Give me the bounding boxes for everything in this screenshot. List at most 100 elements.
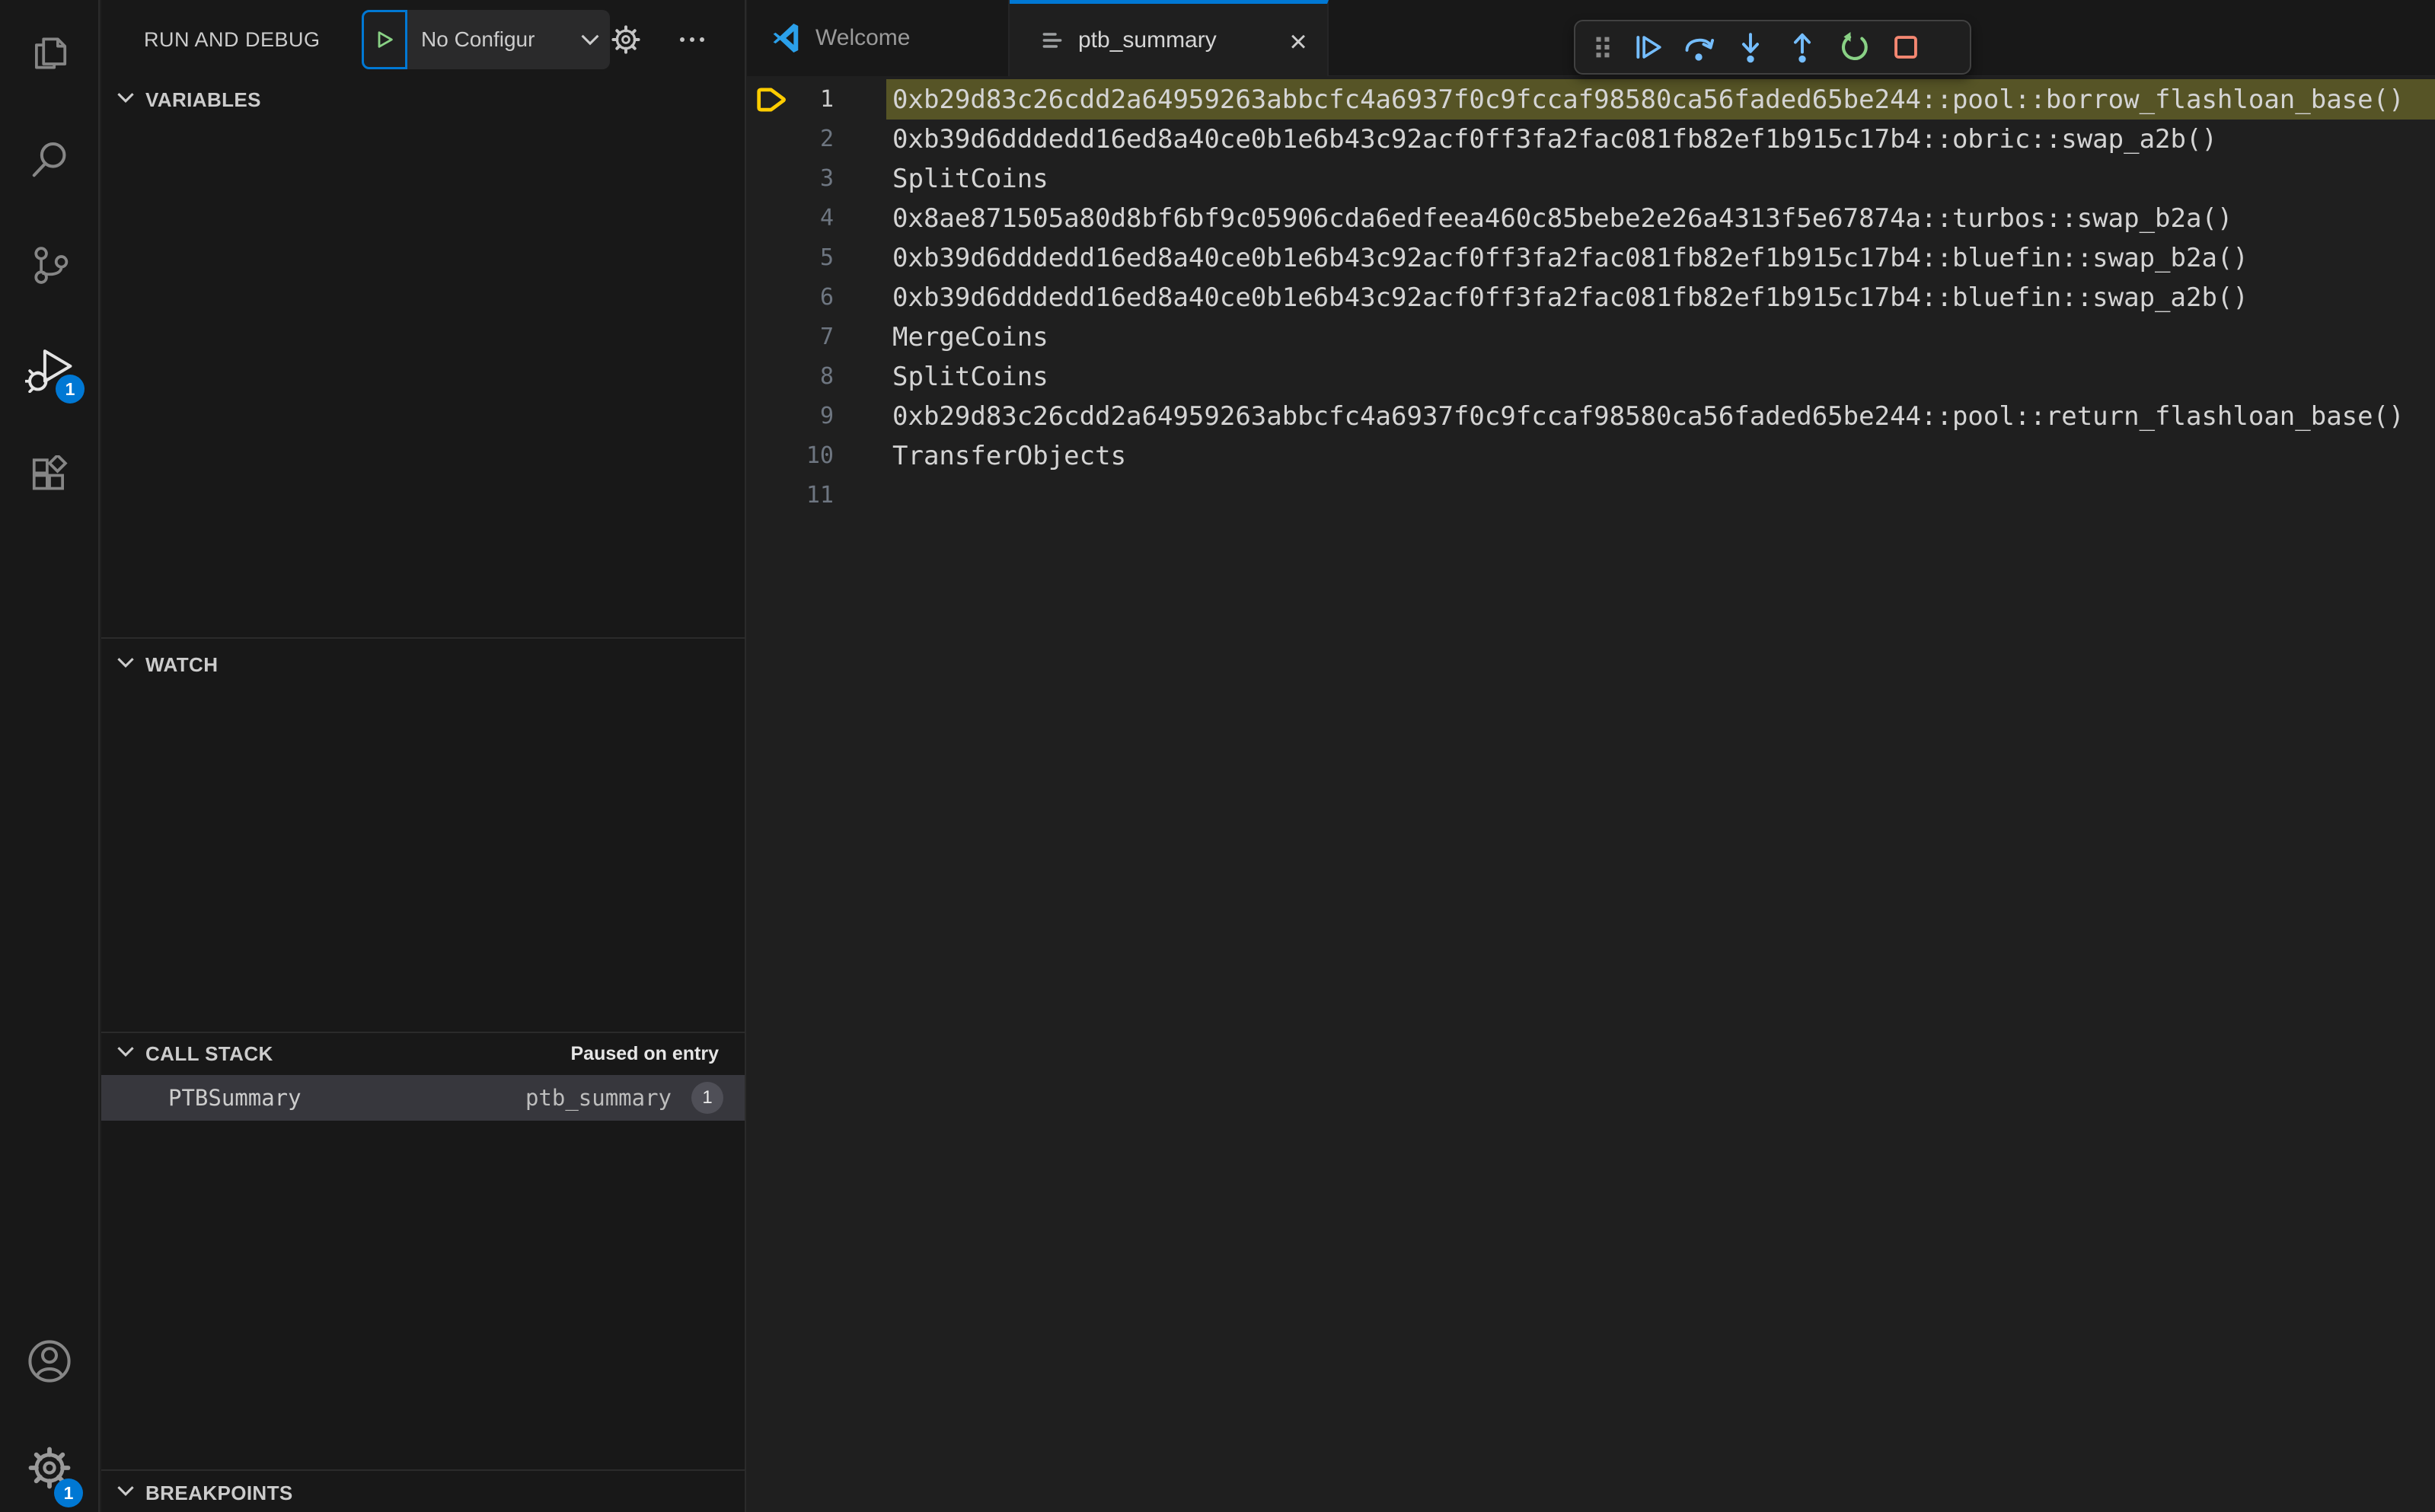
line-text: 0xb29d83c26cdd2a64959263abbcfc4a6937f0c9… (892, 401, 2405, 432)
code-line-9[interactable]: 9 0xb29d83c26cdd2a64959263abbcfc4a6937f0c… (747, 397, 2435, 436)
start-debugging-button[interactable] (362, 10, 407, 69)
stack-frame-badge: 1 (691, 1082, 723, 1114)
code-line-8[interactable]: 8 SplitCoins (747, 357, 2435, 397)
stack-frame-name: PTBSummary (168, 1085, 302, 1111)
vscode-logo-icon (773, 24, 799, 53)
line-text: 0xb39d6dddedd16ed8a40ce0b1e6b43c92acf0ff… (892, 282, 2248, 313)
continue-button[interactable] (1621, 24, 1673, 70)
line-number[interactable]: 8 (747, 357, 834, 397)
variables-section-header[interactable]: VARIABLES (101, 79, 745, 120)
restart-icon (1841, 31, 1868, 60)
line-text: 0xb29d83c26cdd2a64959263abbcfc4a6937f0c9… (892, 85, 2405, 115)
line-number[interactable]: 6 (747, 278, 834, 317)
extensions-icon (32, 455, 68, 490)
line-number[interactable]: 7 (747, 317, 834, 357)
search-button[interactable] (0, 120, 98, 199)
debug-config-label: No Configur (421, 27, 535, 51)
code-line-11[interactable]: 11 (747, 476, 2435, 515)
code-line-2[interactable]: 2 0xb39d6dddedd16ed8a40ce0b1e6b43c92acf0f… (747, 120, 2435, 159)
more-actions-button[interactable] (671, 18, 713, 61)
chevron-down-icon (116, 91, 135, 107)
more-actions-icon (680, 37, 704, 42)
line-number[interactable]: 11 (747, 476, 834, 515)
explorer-button[interactable] (0, 14, 98, 93)
code-line-3[interactable]: 3 SplitCoins (747, 159, 2435, 199)
source-control-button[interactable] (0, 225, 98, 304)
run-and-debug-button[interactable]: 1 (0, 329, 98, 408)
line-text: 0xb39d6dddedd16ed8a40ce0b1e6b43c92acf0ff… (892, 243, 2248, 273)
section-divider (101, 1469, 745, 1471)
line-text: TransferObjects (892, 441, 1127, 471)
line-number[interactable]: 4 (747, 199, 834, 238)
stop-icon (1894, 36, 1917, 59)
line-number[interactable]: 3 (747, 159, 834, 199)
line-text: MergeCoins (892, 322, 1048, 352)
search-icon (32, 142, 65, 177)
account-button[interactable] (0, 1322, 98, 1401)
code-line-1[interactable]: 1 0xb29d83c26cdd2a64959263abbcfc4a6937f0c… (747, 80, 2435, 120)
editor-group: Welcome ptb_summary × 1 0xb29d83c26cdd2a… (747, 0, 2435, 1512)
line-text: 0x8ae871505a80d8bf6bf9c05906cda6edfeea46… (892, 203, 2233, 234)
breakpoints-section-label: BREAKPOINTS (145, 1482, 293, 1504)
chevron-down-icon (116, 1045, 135, 1061)
activity-bar: 1 1 (0, 0, 100, 1512)
files-icon (34, 37, 66, 69)
paused-status-text: Paused on entry (570, 1043, 720, 1064)
settings-badge: 1 (54, 1479, 83, 1507)
breakpoints-section-header[interactable]: BREAKPOINTS (101, 1472, 745, 1512)
step-out-button[interactable] (1776, 24, 1828, 70)
source-control-icon (34, 247, 68, 284)
code-editor[interactable]: 1 0xb29d83c26cdd2a64959263abbcfc4a6937f0c… (747, 77, 2435, 1512)
extensions-button[interactable] (0, 437, 98, 516)
line-number[interactable]: 1 (747, 80, 834, 120)
line-number[interactable]: 10 (747, 436, 834, 476)
tab-label: ptb_summary (1078, 27, 1217, 53)
chevron-down-icon (116, 656, 135, 672)
call-stack-section-header[interactable]: CALL STACK Paused on entry (101, 1033, 745, 1074)
manage-settings-button[interactable]: 1 (0, 1428, 98, 1507)
tab-ptb-summary[interactable]: ptb_summary × (1010, 0, 1329, 76)
account-icon (27, 1340, 71, 1383)
line-number[interactable]: 5 (747, 238, 834, 278)
line-number[interactable]: 9 (747, 397, 834, 436)
call-stack-section-label: CALL STACK (145, 1042, 273, 1065)
continue-icon (1636, 36, 1661, 59)
line-text: 0xb39d6dddedd16ed8a40ce0b1e6b43c92acf0ff… (892, 124, 2217, 155)
section-divider (101, 637, 745, 639)
sidebar-title: RUN AND DEBUG (144, 28, 321, 51)
tab-label: Welcome (815, 25, 911, 50)
step-into-icon (1742, 33, 1759, 63)
debug-toolbar (1574, 20, 1971, 75)
close-tab-button[interactable]: × (1280, 24, 1316, 60)
watch-section-label: WATCH (145, 653, 219, 676)
step-out-icon (1794, 33, 1811, 63)
code-line-6[interactable]: 6 0xb39d6dddedd16ed8a40ce0b1e6b43c92acf0f… (747, 278, 2435, 317)
line-text: SplitCoins (892, 164, 1048, 194)
stack-frame-file: ptb_summary (525, 1085, 672, 1111)
line-number[interactable]: 2 (747, 120, 834, 159)
line-text: SplitCoins (892, 362, 1048, 392)
stop-button[interactable] (1880, 24, 1932, 70)
debug-session-badge: 1 (56, 375, 85, 404)
list-file-icon (1042, 32, 1062, 48)
gear-icon (611, 25, 640, 54)
code-line-7[interactable]: 7 MergeCoins (747, 317, 2435, 357)
variables-section-label: VARIABLES (145, 88, 261, 111)
code-line-5[interactable]: 5 0xb39d6dddedd16ed8a40ce0b1e6b43c92acf0f… (747, 238, 2435, 278)
sidebar-header: RUN AND DEBUG No Configur (101, 0, 745, 79)
watch-section-header[interactable]: WATCH (101, 644, 745, 685)
step-into-button[interactable] (1725, 24, 1776, 70)
debug-settings-button[interactable] (605, 18, 647, 61)
code-line-4[interactable]: 4 0x8ae871505a80d8bf6bf9c05906cda6edfeea4… (747, 199, 2435, 238)
chevron-down-icon (116, 1485, 135, 1501)
start-debugging-icon (378, 31, 393, 48)
code-line-10[interactable]: 10 TransferObjects (747, 436, 2435, 476)
debug-config-dropdown[interactable]: No Configur (362, 10, 610, 69)
tab-welcome[interactable]: Welcome (747, 0, 1010, 76)
run-and-debug-sidebar: RUN AND DEBUG No Configur VARIABLES WATC… (101, 0, 746, 1512)
step-over-button[interactable] (1673, 24, 1725, 70)
restart-button[interactable] (1828, 24, 1880, 70)
toolbar-gripper-icon[interactable] (1585, 24, 1621, 70)
call-stack-frame-row[interactable]: PTBSummary ptb_summary 1 (101, 1075, 745, 1121)
step-over-icon (1685, 38, 1715, 61)
